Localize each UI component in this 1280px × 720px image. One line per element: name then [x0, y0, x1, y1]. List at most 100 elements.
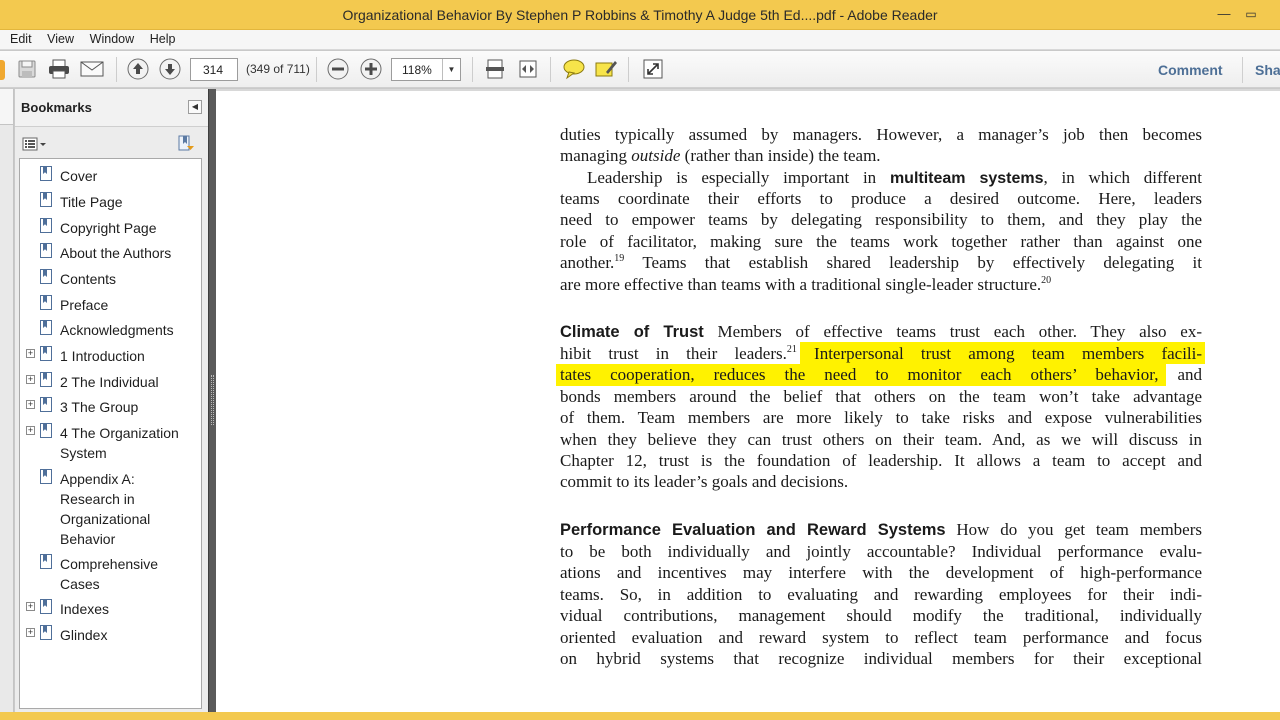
comment-pane-link[interactable]: Comment	[1158, 62, 1223, 78]
bookmark-icon	[40, 397, 52, 412]
expand-icon[interactable]: +	[26, 602, 35, 611]
zoom-in-button[interactable]	[358, 57, 384, 81]
fit-width-icon	[519, 60, 537, 78]
bookmark-label: 2 The Individual	[60, 374, 159, 390]
bookmarks-panel: Bookmarks ◀ Cover Title Page Copyright P…	[15, 89, 208, 712]
expand-icon[interactable]: +	[26, 426, 35, 435]
fit-width-button[interactable]	[515, 57, 541, 81]
next-page-button[interactable]	[157, 57, 183, 81]
highlight-icon	[595, 61, 617, 77]
bookmark-label: Copyright Page	[60, 220, 157, 236]
bookmark-icon	[40, 423, 52, 438]
fullscreen-button[interactable]	[640, 57, 666, 81]
fit-page-button[interactable]	[482, 57, 508, 81]
text-line: Performance Evaluation and Reward System…	[560, 520, 1203, 539]
text-line: vidual contributions, management should …	[560, 606, 1202, 625]
expand-icon[interactable]: +	[26, 400, 35, 409]
menu-bar: Edit View Window Help	[0, 30, 1280, 50]
text-line: duties typically assumed by managers. Ho…	[560, 125, 1202, 144]
bookmark-label: Contents	[60, 271, 117, 287]
open-icon[interactable]	[0, 60, 5, 80]
menu-help[interactable]: Help	[144, 30, 182, 49]
bookmark-icon	[40, 372, 52, 387]
options-icon	[22, 137, 46, 151]
highlighted-text: Interpersonal trust among team members f…	[814, 344, 1203, 363]
minimize-button[interactable]: —	[1210, 0, 1238, 30]
text-line: ations and incentives may interfere with…	[560, 563, 1202, 582]
bookmarks-tab[interactable]	[0, 89, 13, 125]
text-line: managing outside (rather than inside) th…	[560, 146, 881, 165]
maximize-button[interactable]: ▭	[1237, 0, 1265, 30]
expand-icon[interactable]: +	[26, 628, 35, 637]
collapse-panel-button[interactable]: ◀	[188, 100, 202, 114]
previous-page-button[interactable]	[125, 57, 151, 81]
bookmark-label: 3 The Group	[60, 399, 139, 415]
bookmark-icon	[40, 469, 52, 484]
text-line: of them. Team members are more likely to…	[560, 408, 1202, 427]
bookmarks-tree: Cover Title Page Copyright Page About th…	[19, 158, 202, 709]
bookmark-label: Comprehensive Cases	[60, 556, 159, 592]
bookmark-icon	[40, 320, 52, 335]
bookmark-icon	[40, 554, 52, 569]
zoom-out-icon	[327, 58, 349, 80]
menu-edit[interactable]: Edit	[0, 30, 38, 49]
bookmark-label: Acknowledgments	[60, 322, 174, 338]
share-pane-link[interactable]: Sha	[1255, 62, 1280, 78]
bookmark-label: Cover	[60, 168, 98, 184]
comment-bubble-icon	[563, 59, 585, 80]
bookmark-icon	[40, 218, 52, 233]
highlight-button[interactable]	[593, 57, 619, 81]
expand-icon[interactable]: +	[26, 375, 35, 384]
bookmark-label: Title Page	[60, 194, 123, 210]
fullscreen-icon	[643, 59, 663, 79]
bookmark-icon	[40, 269, 52, 284]
bookmarks-header: Bookmarks ◀	[15, 89, 208, 127]
bookmark-label: 1 Introduction	[60, 348, 145, 364]
zoom-in-icon	[360, 58, 382, 80]
menu-view[interactable]: View	[41, 30, 80, 49]
section-heading: Performance Evaluation and Reward System…	[560, 521, 946, 539]
text-line: another.19 Teams that establish shared l…	[560, 253, 1202, 272]
bookmarks-title: Bookmarks	[21, 100, 92, 115]
text-line: Leadership is especially important in mu…	[587, 168, 1203, 187]
options-button[interactable]	[22, 137, 48, 151]
text-line: when they believe they can trust others …	[560, 430, 1202, 449]
window-title: Organizational Behavior By Stephen P Rob…	[342, 7, 938, 23]
bookmark-icon	[40, 166, 52, 181]
bookmark-icon	[40, 346, 52, 361]
navigation-strip	[0, 89, 14, 712]
document-view[interactable]: duties typically assumed by managers. Ho…	[216, 89, 1280, 712]
print-icon	[49, 59, 69, 79]
bookmark-icon	[40, 243, 52, 258]
text-line: on hybrid systems that recognize individ…	[560, 649, 1202, 668]
save-button[interactable]	[14, 57, 40, 81]
print-button[interactable]	[46, 57, 72, 81]
bookmark-icon	[40, 192, 52, 207]
bookmark-label: Indexes	[60, 601, 110, 617]
menu-window[interactable]: Window	[84, 30, 140, 49]
page-count: (349 of 711)	[246, 62, 310, 76]
chevron-down-icon[interactable]: ▼	[442, 59, 460, 80]
comment-button[interactable]	[561, 57, 587, 81]
title-bar: Organizational Behavior By Stephen P Rob…	[0, 0, 1280, 30]
zoom-select[interactable]: 118% ▼	[391, 58, 461, 81]
text-line: to be both individually and jointly acco…	[560, 542, 1202, 561]
bookmark-icon	[40, 625, 52, 640]
text-line: bonds members around the belief that oth…	[560, 387, 1202, 406]
toolbar: 314 (349 of 711) 118% ▼ Comment Sha	[0, 51, 1280, 88]
page-number-input[interactable]: 314	[190, 58, 238, 81]
bookmark-icon	[40, 295, 52, 310]
bookmarks-toolbar	[15, 128, 208, 158]
bookmark-label: About the Authors	[60, 245, 172, 261]
next-page-icon	[159, 58, 181, 80]
expand-icon[interactable]: +	[26, 349, 35, 358]
expand-bookmark-icon	[178, 135, 194, 151]
bookmark-label: 4 The Organization System	[60, 425, 179, 461]
text-line: oriented evaluation and reward system to…	[560, 628, 1202, 647]
zoom-out-button[interactable]	[325, 57, 351, 81]
panel-splitter[interactable]	[208, 89, 216, 712]
email-button[interactable]	[79, 57, 105, 81]
bookmark-icon	[40, 599, 52, 614]
expand-bookmark-button[interactable]	[177, 135, 195, 153]
text-line: need to empower teams by delegating resp…	[560, 210, 1202, 229]
